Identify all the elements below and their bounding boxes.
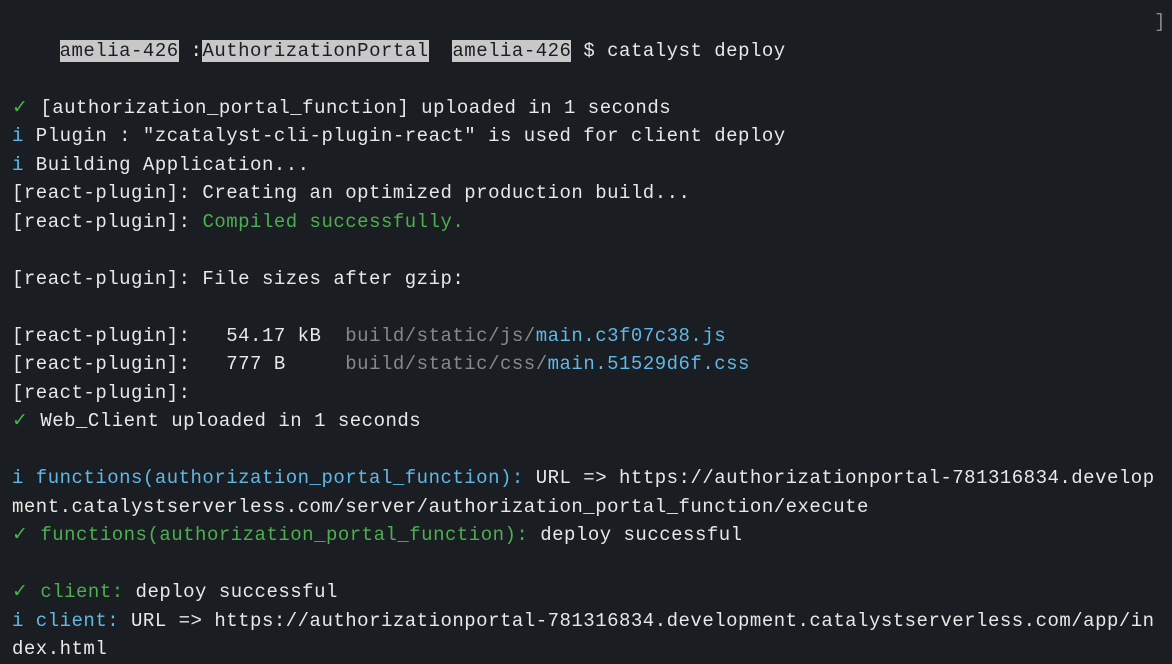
user-host: amelia-426 — [60, 40, 179, 62]
info-icon: i — [12, 467, 24, 489]
prompt-line: amelia-426 :AuthorizationPortal amelia-4… — [12, 8, 1160, 94]
file-name: main.51529d6f.css — [548, 353, 750, 375]
output-prefix: [react-plugin]: 54.17 kB — [12, 325, 345, 347]
function-label: functions(authorization_portal_function)… — [24, 467, 524, 489]
output-line: i Plugin : "zcatalyst-cli-plugin-react" … — [12, 122, 1160, 151]
output-line: ✓ client: deploy successful — [12, 578, 1160, 607]
output-text: Web_Client uploaded in 1 seconds — [28, 410, 421, 432]
check-icon: ✓ — [12, 410, 28, 432]
output-line: [react-plugin]: Compiled successfully. — [12, 208, 1160, 237]
blank-line — [12, 236, 1160, 265]
info-icon: i — [12, 610, 24, 632]
check-icon: ✓ — [12, 524, 28, 546]
deploy-text: deploy successful — [124, 581, 338, 603]
output-line: ✓ [authorization_portal_function] upload… — [12, 94, 1160, 123]
output-line: [react-plugin]: — [12, 379, 1160, 408]
output-prefix: [react-plugin]: — [12, 211, 202, 233]
output-line: i client: URL => https://authorizationpo… — [12, 607, 1160, 664]
output-text: [react-plugin]: — [12, 382, 191, 404]
prompt-dollar: $ — [571, 40, 607, 62]
blank-line — [12, 436, 1160, 465]
success-text: Compiled successfully. — [202, 211, 464, 233]
check-icon: ✓ — [12, 581, 28, 603]
output-text: Building Application... — [24, 154, 310, 176]
file-path: build/static/js/ — [345, 325, 535, 347]
output-line: [react-plugin]: 54.17 kB build/static/js… — [12, 322, 1160, 351]
info-icon: i — [12, 154, 24, 176]
command-text: catalyst deploy — [607, 40, 786, 62]
check-icon: ✓ — [12, 97, 28, 119]
output-text: [react-plugin]: Creating an optimized pr… — [12, 182, 690, 204]
scrollbar-indicator: ] — [1154, 8, 1166, 37]
url-text: URL => https://authorizationportal-78131… — [12, 610, 1155, 661]
output-text: [authorization_portal_function] uploaded… — [28, 97, 671, 119]
output-line: ✓ Web_Client uploaded in 1 seconds — [12, 407, 1160, 436]
prompt-sep: : — [179, 40, 203, 62]
function-label: functions(authorization_portal_function)… — [28, 524, 528, 546]
output-line: ✓ functions(authorization_portal_functio… — [12, 521, 1160, 550]
output-line: i functions(authorization_portal_functio… — [12, 464, 1160, 521]
info-icon: i — [12, 125, 24, 147]
terminal-output: amelia-426 :AuthorizationPortal amelia-4… — [12, 8, 1160, 664]
blank-line — [12, 550, 1160, 579]
deploy-text: deploy successful — [528, 524, 742, 546]
user-host-2: amelia-426 — [452, 40, 571, 62]
file-name: main.c3f07c38.js — [536, 325, 726, 347]
output-line: i Building Application... — [12, 151, 1160, 180]
client-label: client: — [24, 610, 119, 632]
prompt-directory: AuthorizationPortal — [202, 40, 428, 62]
output-prefix: [react-plugin]: 777 B — [12, 353, 345, 375]
file-path: build/static/css/ — [345, 353, 547, 375]
client-label: client: — [28, 581, 123, 603]
output-text: [react-plugin]: File sizes after gzip: — [12, 268, 464, 290]
blank-line — [12, 293, 1160, 322]
output-line: [react-plugin]: File sizes after gzip: — [12, 265, 1160, 294]
output-text: Plugin : "zcatalyst-cli-plugin-react" is… — [24, 125, 786, 147]
output-line: [react-plugin]: 777 B build/static/css/m… — [12, 350, 1160, 379]
output-line: [react-plugin]: Creating an optimized pr… — [12, 179, 1160, 208]
